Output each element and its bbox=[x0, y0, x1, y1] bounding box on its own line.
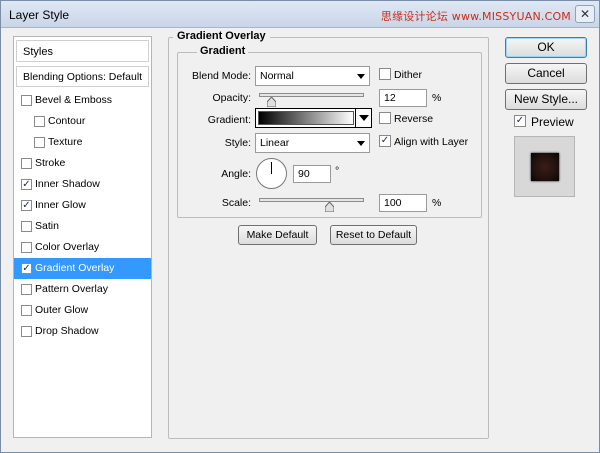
effect-checkbox[interactable] bbox=[21, 158, 32, 169]
close-icon: ✕ bbox=[579, 7, 591, 21]
preview-swatch bbox=[531, 153, 559, 181]
effect-label: Drop Shadow bbox=[35, 325, 99, 337]
layer-style-dialog: Layer Style 思缘设计论坛 www.MISSYUAN.COM ✕ St… bbox=[0, 0, 600, 453]
effect-label: Texture bbox=[48, 136, 83, 148]
effect-label: Pattern Overlay bbox=[35, 283, 108, 295]
effects-list: Bevel & Emboss Contour Texture Stroke ✓ Inner… bbox=[14, 90, 151, 342]
effect-checkbox[interactable] bbox=[34, 137, 45, 148]
scale-label: Scale: bbox=[221, 197, 251, 209]
angle-dial[interactable] bbox=[256, 158, 287, 189]
title-bar[interactable]: Layer Style 思缘设计论坛 www.MISSYUAN.COM ✕ bbox=[1, 1, 599, 28]
opacity-label: Opacity: bbox=[212, 92, 251, 104]
gradient-preview[interactable] bbox=[258, 111, 354, 125]
align-with-layer-checkbox[interactable]: ✓ bbox=[379, 135, 391, 147]
sidebar-item-inner-glow[interactable]: ✓ Inner Glow bbox=[14, 195, 151, 216]
scale-input[interactable]: 100 bbox=[379, 194, 427, 212]
chevron-down-icon bbox=[357, 74, 365, 79]
opacity-percent: % bbox=[432, 92, 442, 104]
subgroup-title: Gradient bbox=[197, 45, 249, 57]
effect-label: Bevel & Emboss bbox=[35, 94, 113, 106]
effect-checkbox[interactable] bbox=[21, 242, 32, 253]
check-icon: ✓ bbox=[380, 135, 390, 146]
effect-label: Satin bbox=[35, 220, 59, 232]
dither-label: Dither bbox=[394, 69, 423, 81]
check-icon: ✓ bbox=[22, 263, 31, 274]
scale-percent: % bbox=[432, 197, 442, 209]
reset-to-default-button[interactable]: Reset to Default bbox=[330, 225, 417, 245]
style-select[interactable]: Linear bbox=[255, 133, 370, 153]
opacity-input[interactable]: 12 bbox=[379, 89, 427, 107]
angle-hand bbox=[271, 162, 272, 174]
check-icon: ✓ bbox=[515, 115, 525, 126]
styles-list: Styles Blending Options: Default Bevel &… bbox=[13, 36, 152, 438]
check-icon: ✓ bbox=[22, 179, 31, 190]
watermark-text: 思缘设计论坛 www.MISSYUAN.COM bbox=[380, 10, 571, 23]
effect-label: Inner Glow bbox=[35, 199, 86, 211]
blending-options-item[interactable]: Blending Options: Default bbox=[16, 66, 149, 87]
sidebar-item-stroke[interactable]: Stroke bbox=[14, 153, 151, 174]
dither-checkbox[interactable] bbox=[379, 68, 391, 80]
effect-label: Stroke bbox=[35, 157, 66, 169]
sidebar-item-satin[interactable]: Satin bbox=[14, 216, 151, 237]
sidebar-item-gradient-overlay[interactable]: ✓ Gradient Overlay bbox=[14, 258, 151, 279]
sidebar-item-outer-glow[interactable]: Outer Glow bbox=[14, 300, 151, 321]
effect-label: Inner Shadow bbox=[35, 178, 100, 190]
opacity-slider-thumb[interactable] bbox=[267, 97, 277, 107]
blend-mode-label: Blend Mode: bbox=[192, 70, 251, 82]
sidebar-item-color-overlay[interactable]: Color Overlay bbox=[14, 237, 151, 258]
reverse-label: Reverse bbox=[394, 113, 434, 125]
preview-label: Preview bbox=[531, 115, 574, 129]
ok-button[interactable]: OK bbox=[505, 37, 587, 58]
gradient-picker[interactable] bbox=[255, 108, 372, 128]
effect-checkbox[interactable] bbox=[21, 221, 32, 232]
effect-checkbox[interactable] bbox=[21, 95, 32, 106]
effect-checkbox[interactable] bbox=[21, 305, 32, 316]
effect-label: Color Overlay bbox=[35, 241, 100, 253]
effect-label: Contour bbox=[48, 115, 86, 127]
sidebar-item-bevel-emboss[interactable]: Bevel & Emboss bbox=[14, 90, 151, 111]
scale-slider-thumb[interactable] bbox=[324, 202, 334, 212]
style-preview bbox=[514, 136, 575, 197]
check-icon: ✓ bbox=[22, 200, 31, 211]
effect-checkbox[interactable] bbox=[34, 116, 45, 127]
scale-slider-track[interactable] bbox=[259, 198, 364, 202]
sidebar-item-inner-shadow[interactable]: ✓ Inner Shadow bbox=[14, 174, 151, 195]
window-title: Layer Style bbox=[9, 8, 70, 22]
cancel-button[interactable]: Cancel bbox=[505, 63, 587, 84]
angle-input[interactable]: 90 bbox=[293, 165, 331, 183]
angle-label: Angle: bbox=[221, 168, 251, 180]
style-value: Linear bbox=[260, 137, 290, 149]
sidebar-item-contour[interactable]: Contour bbox=[14, 111, 151, 132]
close-button[interactable]: ✕ bbox=[575, 5, 595, 23]
chevron-down-icon bbox=[359, 115, 369, 121]
new-style-button[interactable]: New Style... bbox=[505, 89, 587, 110]
blend-mode-select[interactable]: Normal bbox=[255, 66, 370, 86]
effect-checkbox[interactable]: ✓ bbox=[21, 200, 32, 211]
sidebar-item-pattern-overlay[interactable]: Pattern Overlay bbox=[14, 279, 151, 300]
styles-header[interactable]: Styles bbox=[16, 40, 149, 62]
preview-checkbox[interactable]: ✓ bbox=[514, 115, 526, 127]
blend-mode-value: Normal bbox=[260, 70, 294, 82]
angle-degree: ° bbox=[335, 165, 340, 177]
align-with-layer-label: Align with Layer bbox=[394, 136, 469, 148]
gradient-label: Gradient: bbox=[207, 114, 251, 126]
make-default-button[interactable]: Make Default bbox=[238, 225, 317, 245]
effect-label: Outer Glow bbox=[35, 304, 89, 316]
chevron-down-icon bbox=[357, 141, 365, 146]
effect-label: Gradient Overlay bbox=[35, 262, 115, 274]
sidebar-item-drop-shadow[interactable]: Drop Shadow bbox=[14, 321, 151, 342]
gradient-dropdown[interactable] bbox=[355, 109, 371, 127]
effect-checkbox[interactable]: ✓ bbox=[21, 263, 32, 274]
effect-checkbox[interactable] bbox=[21, 284, 32, 295]
effect-checkbox[interactable]: ✓ bbox=[21, 179, 32, 190]
group-title: Gradient Overlay bbox=[173, 30, 270, 42]
effect-checkbox[interactable] bbox=[21, 326, 32, 337]
reverse-checkbox[interactable] bbox=[379, 112, 391, 124]
style-label: Style: bbox=[224, 137, 251, 149]
sidebar-item-texture[interactable]: Texture bbox=[14, 132, 151, 153]
